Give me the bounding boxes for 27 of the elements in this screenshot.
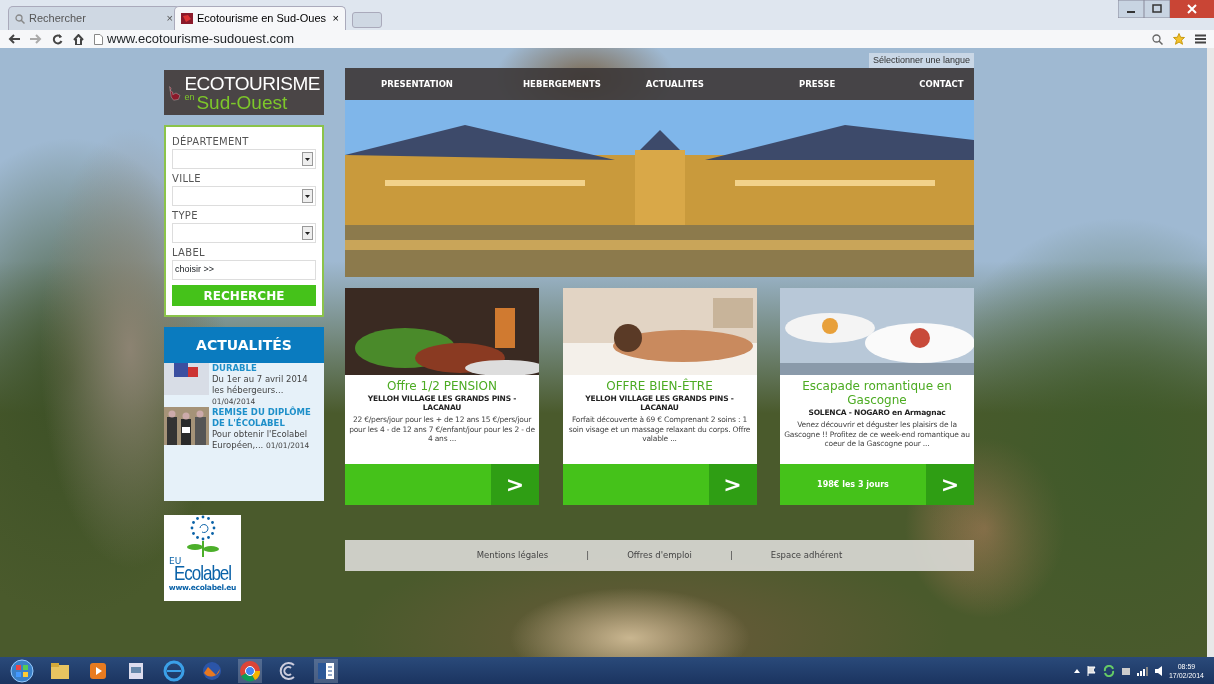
- tab-title: Rechercher: [29, 11, 87, 27]
- browser-tab[interactable]: Ecotourisme en Sud-Oues ×: [174, 6, 346, 30]
- close-icon[interactable]: [1170, 0, 1214, 18]
- tab-close-button[interactable]: ×: [332, 10, 339, 27]
- page-icon: [94, 33, 103, 45]
- tab-close-button[interactable]: ×: [166, 10, 173, 27]
- tab-title: Ecotourisme en Sud-Oues: [197, 11, 327, 27]
- maximize-icon[interactable]: [1144, 0, 1170, 18]
- chrome-icon[interactable]: [238, 658, 262, 683]
- search-icon: [15, 13, 25, 24]
- star-icon[interactable]: [1173, 33, 1185, 45]
- flag-icon[interactable]: [1086, 665, 1097, 676]
- sync-icon[interactable]: [1102, 664, 1115, 677]
- menu-icon[interactable]: [1195, 34, 1206, 44]
- start-button[interactable]: [10, 658, 34, 683]
- reload-icon[interactable]: [52, 33, 63, 45]
- browser-icon[interactable]: [162, 658, 186, 683]
- speaker-icon[interactable]: [1154, 665, 1163, 676]
- home-icon[interactable]: [73, 33, 84, 45]
- word-icon[interactable]: [314, 658, 338, 683]
- site-icon: [181, 13, 193, 24]
- minimize-icon[interactable]: [1118, 0, 1144, 18]
- back-icon[interactable]: [8, 34, 20, 44]
- device-icon[interactable]: [1120, 665, 1131, 676]
- signal-icon[interactable]: [1136, 665, 1149, 676]
- url-field[interactable]: www.ecotourisme-sudouest.com: [107, 29, 295, 49]
- zoom-icon[interactable]: [1152, 33, 1163, 45]
